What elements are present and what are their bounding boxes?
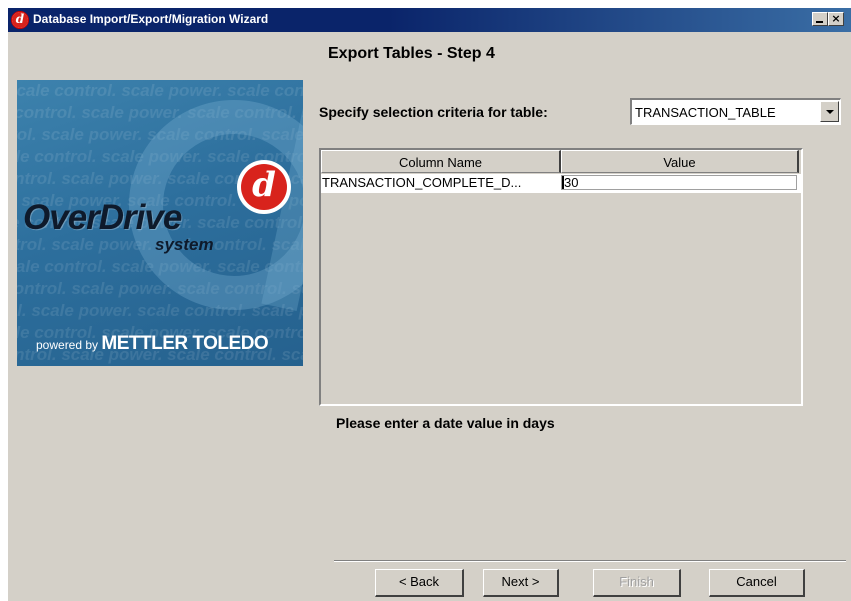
- value-input[interactable]: 30: [561, 175, 797, 190]
- next-button[interactable]: Next >: [483, 569, 559, 597]
- wizard-window: d Database Import/Export/Migration Wizar…: [8, 8, 851, 601]
- column-header-column-name[interactable]: Column Name: [321, 150, 561, 173]
- overdrive-logo: scale control. scale power. scale contro…: [17, 80, 303, 366]
- powered-by-mettler-toledo: powered by METTLER TOLEDO: [36, 333, 269, 355]
- cancel-button[interactable]: Cancel: [709, 569, 805, 597]
- minimize-icon: [816, 21, 823, 23]
- close-button[interactable]: ×: [828, 12, 844, 26]
- finish-button[interactable]: Finish: [593, 569, 681, 597]
- step-title: Export Tables - Step 4: [328, 45, 495, 62]
- window-title: Database Import/Export/Migration Wizard: [33, 12, 269, 26]
- powered-by-text: powered by: [36, 338, 99, 352]
- table-select-value: TRANSACTION_TABLE: [635, 105, 776, 120]
- table-select[interactable]: TRANSACTION_TABLE: [630, 98, 841, 125]
- divider: [334, 560, 846, 562]
- vendor-name: METTLER TOLEDO: [101, 333, 269, 354]
- column-name-cell[interactable]: TRANSACTION_COMPLETE_D...: [322, 175, 558, 191]
- back-button[interactable]: < Back: [375, 569, 464, 597]
- chevron-down-icon[interactable]: [820, 101, 839, 122]
- column-header-value[interactable]: Value: [561, 150, 799, 173]
- product-sub: system: [155, 235, 214, 254]
- overdrive-d-badge-icon: d: [237, 160, 291, 214]
- table-row[interactable]: TRANSACTION_COMPLETE_D... 30: [321, 174, 801, 193]
- product-name: OverDrive: [23, 198, 182, 237]
- hint-text: Please enter a date value in days: [336, 415, 555, 431]
- app-logo-icon[interactable]: d: [11, 11, 29, 29]
- title-bar[interactable]: d Database Import/Export/Migration Wizar…: [8, 8, 851, 32]
- app-icon-letter: d: [12, 12, 28, 28]
- criteria-label: Specify selection criteria for table:: [319, 104, 548, 120]
- criteria-table: Column Name Value TRANSACTION_COMPLETE_D…: [319, 148, 803, 406]
- minimize-button[interactable]: [812, 12, 828, 26]
